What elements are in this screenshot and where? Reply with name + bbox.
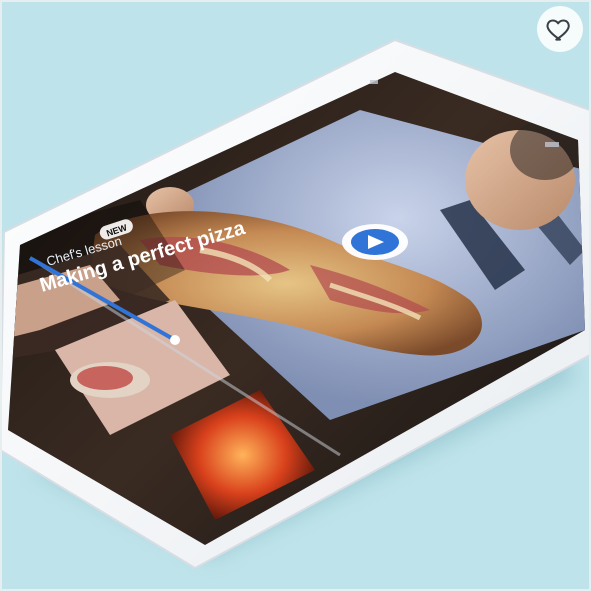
tablet-ui: NEW Chef's lesson Making a perfect pizza: [37, 217, 408, 345]
product-image: NEW Chef's lesson Making a perfect pizza: [0, 0, 591, 591]
favorite-button[interactable]: [537, 6, 583, 52]
heart-outline-icon: [546, 19, 570, 41]
progress-knob[interactable]: [170, 335, 180, 345]
play-button[interactable]: [342, 224, 408, 260]
